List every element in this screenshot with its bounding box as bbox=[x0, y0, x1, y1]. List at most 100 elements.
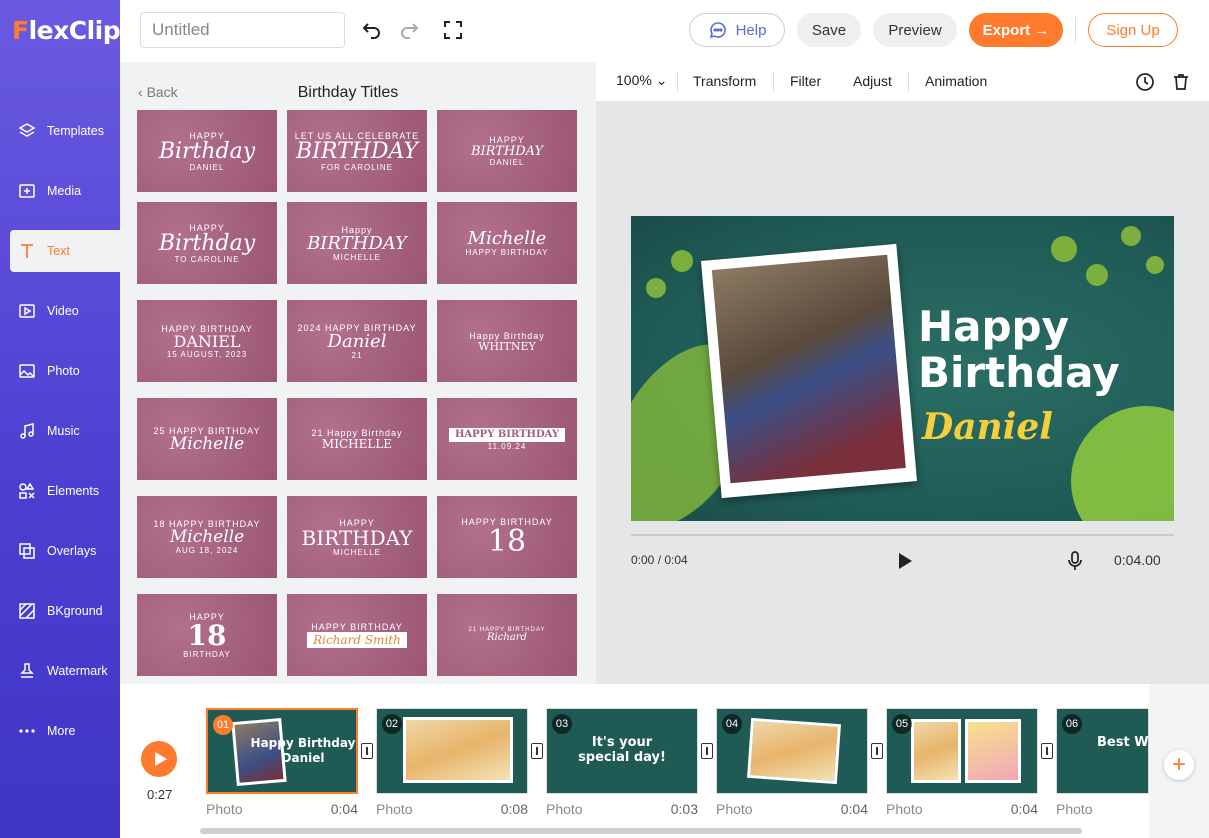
thumb-line: Daniel bbox=[327, 330, 387, 352]
thumb-line: 21 bbox=[351, 350, 363, 360]
undo-icon[interactable] bbox=[360, 18, 384, 42]
toolbar-divider bbox=[773, 72, 774, 92]
microphone-icon[interactable] bbox=[1065, 550, 1085, 572]
sidebar-item-label: Music bbox=[47, 424, 80, 438]
scene-duration[interactable]: 0:04.00 bbox=[1114, 552, 1161, 568]
sidebar-item-templates[interactable]: Templates bbox=[0, 110, 120, 152]
clip-number: 01 bbox=[213, 715, 233, 735]
title-template[interactable]: HAPPY Birthday DANIEL bbox=[137, 110, 277, 192]
thumb-line: DANIEL bbox=[489, 158, 525, 167]
sidebar-item-video[interactable]: Video bbox=[0, 290, 120, 332]
sidebar-item-overlays[interactable]: Overlays bbox=[0, 530, 120, 572]
thumb-line: Michelle bbox=[169, 433, 245, 454]
sidebar-item-elements[interactable]: Elements bbox=[0, 470, 120, 512]
redo-icon[interactable] bbox=[397, 18, 421, 42]
thumb-line: BIRTHDAY bbox=[307, 232, 407, 254]
add-scene-button[interactable]: + bbox=[1164, 750, 1194, 780]
transition-button[interactable] bbox=[871, 743, 883, 759]
sidebar-item-media[interactable]: Media bbox=[0, 170, 120, 212]
help-label: Help bbox=[735, 21, 767, 39]
zoom-select[interactable]: 100% ⌄ bbox=[616, 72, 667, 89]
sidebar-item-label: Text bbox=[47, 244, 70, 258]
title-template[interactable]: Happy BIRTHDAY MICHELLE bbox=[287, 202, 427, 284]
title-template[interactable]: HAPPY 18 BIRTHDAY bbox=[137, 594, 277, 676]
transition-button[interactable] bbox=[701, 743, 713, 759]
title-template[interactable]: HAPPY Birthday TO CAROLINE bbox=[137, 202, 277, 284]
playback-progress[interactable] bbox=[631, 534, 1174, 536]
adjust-button[interactable]: Adjust bbox=[853, 73, 892, 89]
sidebar-item-label: Elements bbox=[47, 484, 100, 498]
timeline-clip[interactable]: 04 bbox=[716, 708, 868, 794]
transform-button[interactable]: Transform bbox=[693, 73, 756, 89]
background-icon bbox=[19, 603, 35, 619]
title-template[interactable]: 18 HAPPY BIRTHDAY Michelle AUG 18, 2024 bbox=[137, 496, 277, 578]
project-title-input[interactable] bbox=[140, 12, 345, 48]
signup-button[interactable]: Sign Up bbox=[1088, 13, 1178, 47]
timeline-clip[interactable]: 06 Best Wis bbox=[1056, 708, 1149, 794]
title-template[interactable]: 21 Happy Birthday MICHELLE bbox=[287, 398, 427, 480]
title-template[interactable]: HAPPY BIRTHDAY 18 bbox=[437, 496, 577, 578]
timeline-scrollbar[interactable] bbox=[200, 828, 1082, 834]
trash-icon[interactable] bbox=[1171, 72, 1191, 92]
watermark-icon bbox=[20, 663, 34, 678]
thumb-line: Richard Smith bbox=[307, 632, 407, 648]
couple-photo[interactable] bbox=[701, 243, 917, 499]
layers-icon bbox=[18, 123, 36, 137]
play-icon[interactable] bbox=[895, 551, 915, 571]
clip-label: Photo bbox=[376, 801, 413, 817]
total-time: 0:27 bbox=[147, 787, 173, 802]
transition-button[interactable] bbox=[1041, 743, 1053, 759]
animation-button[interactable]: Animation bbox=[925, 73, 987, 89]
title-template[interactable]: HAPPY BIRTHDAY DANIEL bbox=[437, 110, 577, 192]
video-canvas[interactable]: Happy Birthday Daniel bbox=[631, 216, 1174, 521]
preview-button[interactable]: Preview bbox=[873, 13, 957, 47]
thumb-line: 18 bbox=[487, 524, 527, 559]
title-template[interactable]: HAPPY BIRTHDAY MICHELLE bbox=[287, 496, 427, 578]
sidebar-item-watermark[interactable]: Watermark bbox=[0, 650, 120, 692]
title-text[interactable]: Happy Birthday bbox=[918, 304, 1120, 396]
thumb-line: AUG 18, 2024 bbox=[175, 546, 239, 555]
sidebar-item-text[interactable]: Text bbox=[10, 230, 120, 272]
timeline-play-button[interactable] bbox=[141, 741, 177, 777]
title-template[interactable]: 25 HAPPY BIRTHDAY Michelle bbox=[137, 398, 277, 480]
transition-button[interactable] bbox=[531, 743, 543, 759]
clip-label: Photo bbox=[1056, 801, 1093, 817]
title-template[interactable]: HAPPY BIRTHDAY Richard Smith bbox=[287, 594, 427, 676]
thumb-line: BIRTHDAY bbox=[470, 144, 544, 159]
clip-thumbnail bbox=[747, 717, 841, 785]
sidebar-item-label: Watermark bbox=[47, 664, 108, 678]
title-template[interactable]: Michelle HAPPY BIRTHDAY bbox=[437, 202, 577, 284]
title-template[interactable]: HAPPY BIRTHDAY DANIEL 15 AUGUST, 2023 bbox=[137, 300, 277, 382]
clip-label: Photo bbox=[546, 801, 583, 817]
title-template[interactable]: 2024 HAPPY BIRTHDAY Daniel 21 bbox=[287, 300, 427, 382]
sidebar-item-bkground[interactable]: BKground bbox=[0, 590, 120, 632]
flexclip-logo[interactable]: FlexClip bbox=[12, 16, 121, 45]
timeline-clip[interactable]: 01 Happy Birthday Daniel bbox=[206, 708, 358, 794]
title-template[interactable]: LET US ALL CELEBRATE BIRTHDAY FOR CAROLINE bbox=[287, 110, 427, 192]
leaf-decoration bbox=[1146, 256, 1164, 274]
clock-icon[interactable] bbox=[1135, 72, 1155, 92]
leaf-decoration bbox=[1086, 264, 1108, 286]
clip-label: Photo bbox=[206, 801, 243, 817]
play-icon bbox=[155, 752, 167, 766]
timeline-clip[interactable]: 02 bbox=[376, 708, 528, 794]
sidebar-item-music[interactable]: Music bbox=[0, 410, 120, 452]
title-template[interactable]: 21 HAPPY BIRTHDAY Richard bbox=[437, 594, 577, 676]
export-button[interactable]: Export → bbox=[969, 13, 1063, 47]
help-button[interactable]: Help bbox=[689, 13, 785, 47]
save-button[interactable]: Save bbox=[797, 13, 861, 47]
timeline-clip[interactable]: 05 bbox=[886, 708, 1038, 794]
sidebar-item-more[interactable]: More bbox=[0, 710, 120, 752]
clip-duration: 0:04 bbox=[840, 801, 868, 817]
transition-button[interactable] bbox=[361, 743, 373, 759]
clip-thumbnail bbox=[403, 717, 513, 783]
title-template[interactable]: HAPPY BIRTHDAY 11.09.24 bbox=[437, 398, 577, 480]
sidebar-item-photo[interactable]: Photo bbox=[0, 350, 120, 392]
name-text[interactable]: Daniel bbox=[922, 406, 1053, 448]
filter-button[interactable]: Filter bbox=[790, 73, 821, 89]
playback-time: 0:00 / 0:04 bbox=[631, 553, 688, 567]
clip-duration: 0:08 bbox=[500, 801, 528, 817]
timeline-clip[interactable]: 03 It's your special day! bbox=[546, 708, 698, 794]
title-template[interactable]: Happy Birthday WHITNEY bbox=[437, 300, 577, 382]
fullscreen-icon[interactable] bbox=[441, 18, 465, 42]
